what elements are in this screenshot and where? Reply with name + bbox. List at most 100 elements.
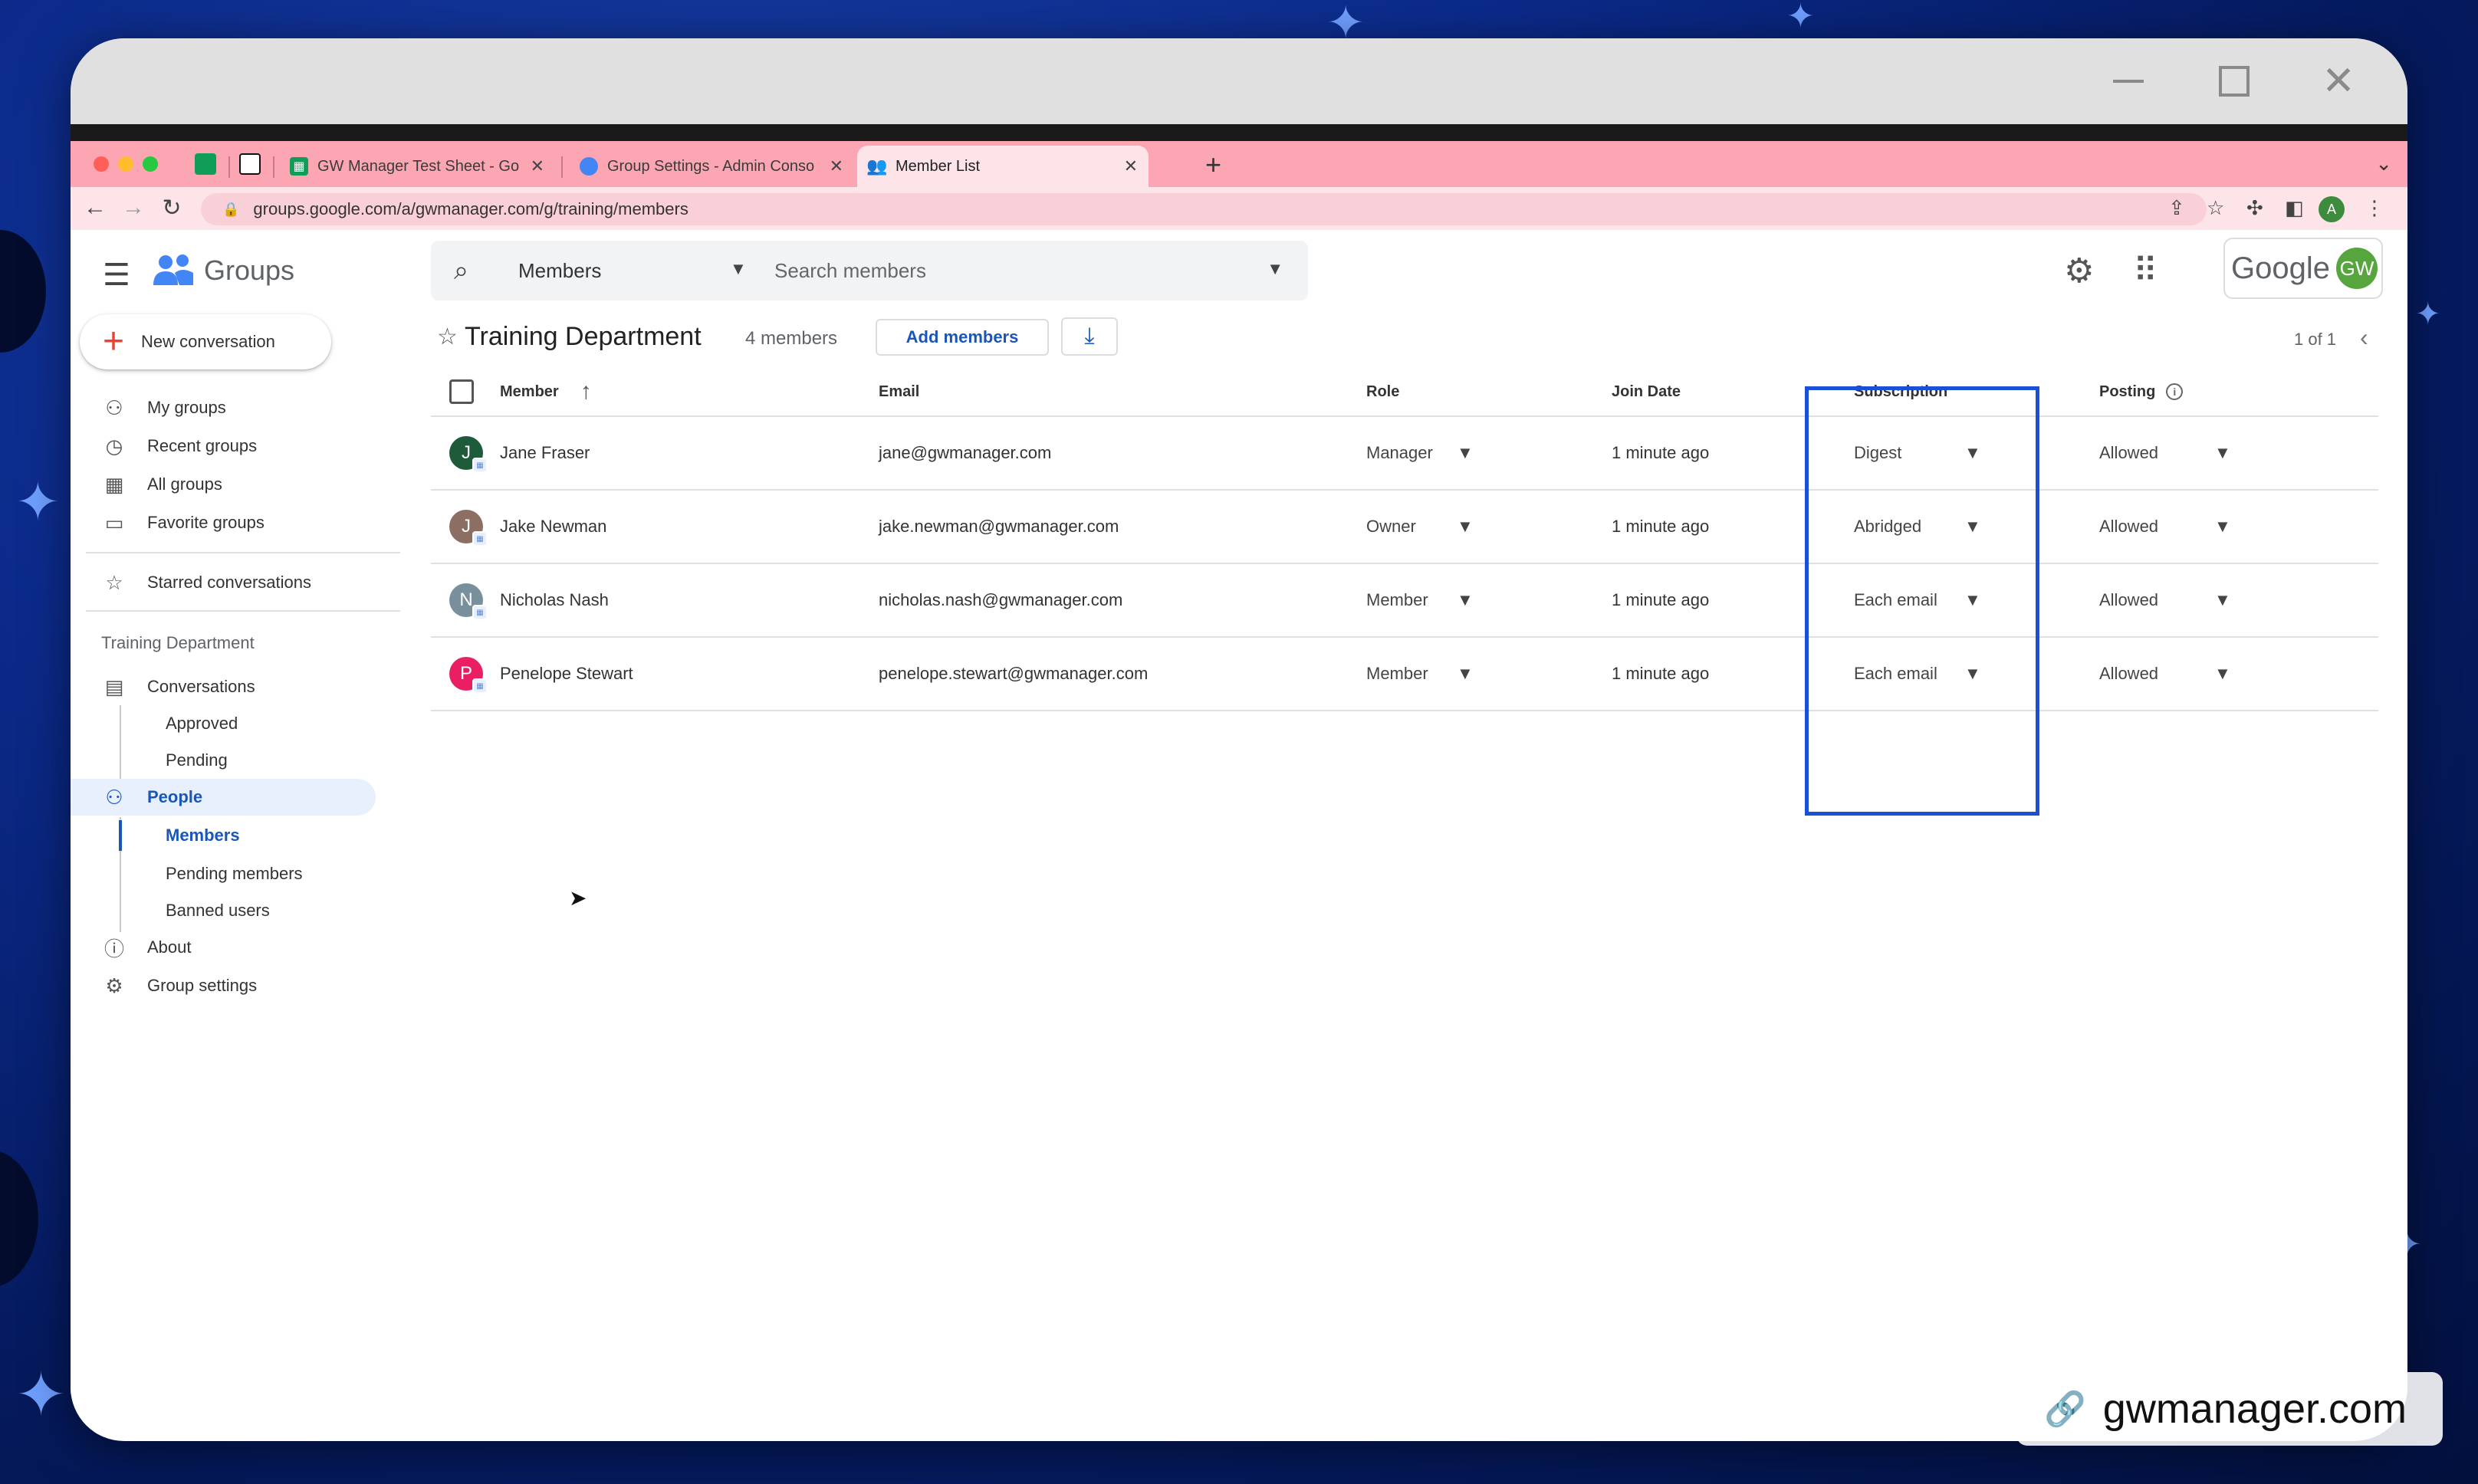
- posting-select[interactable]: Allowed ▼: [2099, 564, 2237, 636]
- role-select[interactable]: Member ▼: [1366, 638, 1489, 710]
- traffic-minimize-button[interactable]: [118, 156, 133, 172]
- extensions-icon[interactable]: ✣: [2246, 196, 2263, 220]
- sidebar-item-my-groups[interactable]: ⚇ My groups: [71, 389, 400, 426]
- info-icon[interactable]: i: [2166, 383, 2184, 400]
- close-icon[interactable]: ✕: [531, 156, 544, 176]
- member-avatar-cell: J ▦: [449, 491, 488, 563]
- new-conversation-button[interactable]: + New conversation: [80, 314, 331, 369]
- posting-select[interactable]: Allowed ▼: [2099, 491, 2237, 563]
- traffic-zoom-button[interactable]: [143, 156, 158, 172]
- browser-menu-icon[interactable]: ⋮: [2365, 196, 2384, 220]
- member-avatar-cell: N ▦: [449, 564, 488, 636]
- minimize-button[interactable]: [2105, 58, 2151, 104]
- apps-grid-icon[interactable]: ⠿: [2133, 251, 2158, 291]
- plus-icon: +: [103, 321, 125, 362]
- pinned-tab-notion[interactable]: [239, 153, 261, 175]
- close-window-button[interactable]: ✕: [2315, 58, 2361, 104]
- sidebar-item-all-groups[interactable]: ▦ All groups: [71, 466, 400, 503]
- caret-down-icon[interactable]: ▼: [2214, 590, 2231, 610]
- account-avatar: GW: [2335, 248, 2378, 289]
- table-header-row: Member ↑ Email Role Join Date Subscripti…: [431, 368, 2378, 417]
- table-row[interactable]: P ▦ Penelope Stewart penelope.stewart@gw…: [431, 638, 2378, 711]
- caret-down-icon[interactable]: ▼: [2214, 443, 2231, 463]
- settings-gear-icon[interactable]: ⚙: [2064, 251, 2094, 291]
- maximize-button[interactable]: [2211, 58, 2257, 104]
- column-header-posting[interactable]: Posting i: [2099, 368, 2184, 415]
- side-panel-icon[interactable]: ◧: [2285, 196, 2304, 220]
- sidebar-item-pending[interactable]: Pending: [71, 742, 400, 779]
- sidebar-group-heading: Training Department: [101, 633, 255, 652]
- sidebar-item-members[interactable]: Members: [71, 817, 400, 854]
- search-options-caret-icon[interactable]: ▼: [1267, 259, 1283, 279]
- close-icon[interactable]: ✕: [830, 156, 843, 176]
- pinned-tab-sheets[interactable]: [195, 153, 216, 175]
- sidebar-item-conversations[interactable]: ▤ Conversations: [71, 668, 400, 705]
- sidebar-item-recent-groups[interactable]: ◷ Recent groups: [71, 428, 400, 465]
- favorite-star-icon[interactable]: ☆: [437, 323, 458, 350]
- window-border: [71, 124, 2407, 141]
- bookmark-star-icon[interactable]: ☆: [2207, 196, 2224, 220]
- download-button[interactable]: ⤓: [1061, 317, 1118, 356]
- posting-value: Allowed: [2099, 443, 2159, 462]
- role-select[interactable]: Owner ▼: [1366, 491, 1489, 563]
- browser-tabstrip: ▦ GW Manager Test Sheet - Goo ✕ Group Se…: [71, 141, 2407, 187]
- sort-ascending-icon[interactable]: ↑: [580, 379, 592, 405]
- column-header-join-date[interactable]: Join Date: [1612, 368, 1681, 415]
- search-scope-select[interactable]: Members: [518, 259, 601, 283]
- address-bar[interactable]: 🔒 groups.google.com/a/gwmanager.com/g/tr…: [201, 193, 2207, 225]
- account-button[interactable]: Google GW: [2223, 238, 2383, 299]
- sidebar-item-people[interactable]: ⚇ People: [71, 779, 376, 816]
- sidebar-item-favorite-groups[interactable]: ▭ Favorite groups: [71, 504, 400, 541]
- hamburger-menu-icon[interactable]: ☰: [103, 258, 130, 293]
- reload-icon[interactable]: ↻: [158, 195, 186, 222]
- table-row[interactable]: J ▦ Jake Newman jake.newman@gwmanager.co…: [431, 491, 2378, 564]
- tab-search-chevron-icon[interactable]: ⌄: [2375, 152, 2392, 176]
- traffic-close-button[interactable]: [94, 156, 109, 172]
- new-tab-button[interactable]: +: [1205, 149, 1221, 181]
- table-row[interactable]: N ▦ Nicholas Nash nicholas.nash@gwmanage…: [431, 564, 2378, 638]
- caret-down-icon[interactable]: ▼: [2214, 517, 2231, 537]
- posting-value: Allowed: [2099, 664, 2159, 683]
- tab-member-list[interactable]: 👥 Member List ✕: [857, 146, 1149, 187]
- share-icon[interactable]: ⇪: [2168, 196, 2185, 220]
- caret-down-icon[interactable]: ▼: [1457, 443, 1474, 463]
- tab-gw-manager-sheet[interactable]: ▦ GW Manager Test Sheet - Goo ✕: [279, 146, 555, 187]
- role-select[interactable]: Member ▼: [1366, 564, 1489, 636]
- sidebar-item-starred-conversations[interactable]: ☆ Starred conversations: [71, 564, 400, 601]
- select-all-checkbox[interactable]: [449, 368, 474, 415]
- groups-app: ☰ Groups ⌕ Members ▼ ▼ ⚙ ⠿ Google GW: [71, 230, 2407, 1395]
- previous-page-icon[interactable]: ‹: [2360, 323, 2368, 352]
- column-header-email[interactable]: Email: [879, 368, 919, 415]
- sheets-icon: ▦: [290, 157, 308, 176]
- search-input[interactable]: [774, 253, 1234, 288]
- column-header-member[interactable]: Member ↑: [500, 368, 592, 415]
- caret-down-icon[interactable]: ▼: [1457, 590, 1474, 610]
- column-header-role[interactable]: Role: [1366, 368, 1399, 415]
- workspace-badge-icon: ▦: [472, 458, 488, 473]
- star-outline-icon: ☆: [105, 570, 123, 594]
- caret-down-icon[interactable]: ▼: [2214, 664, 2231, 684]
- forward-arrow-icon[interactable]: →: [120, 195, 147, 221]
- posting-select[interactable]: Allowed ▼: [2099, 638, 2237, 710]
- people-icon: ⚇: [105, 785, 123, 809]
- search-icon[interactable]: ⌕: [454, 256, 468, 286]
- sidebar-item-pending-members[interactable]: Pending members: [71, 855, 400, 892]
- close-icon[interactable]: ✕: [1124, 156, 1138, 176]
- sparkle-icon: ✦: [1786, 0, 1815, 35]
- add-members-button[interactable]: Add members: [876, 319, 1049, 356]
- sidebar-item-about[interactable]: ⓘ About: [71, 929, 400, 966]
- sidebar-item-banned-users[interactable]: Banned users: [71, 892, 400, 929]
- caret-down-icon[interactable]: ▼: [730, 259, 747, 279]
- sidebar-item-group-settings[interactable]: ⚙ Group settings: [71, 967, 400, 1004]
- tab-group-settings[interactable]: Group Settings - Admin Conso ✕: [569, 146, 854, 187]
- table-row[interactable]: J ▦ Jane Fraser jane@gwmanager.com Manag…: [431, 417, 2378, 491]
- back-arrow-icon[interactable]: ←: [81, 195, 109, 221]
- google-wordmark: Google: [2231, 251, 2330, 285]
- sidebar-item-approved[interactable]: Approved: [71, 705, 400, 742]
- building-icon: ▦: [104, 472, 124, 496]
- caret-down-icon[interactable]: ▼: [1457, 664, 1474, 684]
- profile-avatar[interactable]: A: [2319, 196, 2345, 222]
- posting-select[interactable]: Allowed ▼: [2099, 417, 2237, 489]
- caret-down-icon[interactable]: ▼: [1457, 517, 1474, 537]
- role-select[interactable]: Manager ▼: [1366, 417, 1489, 489]
